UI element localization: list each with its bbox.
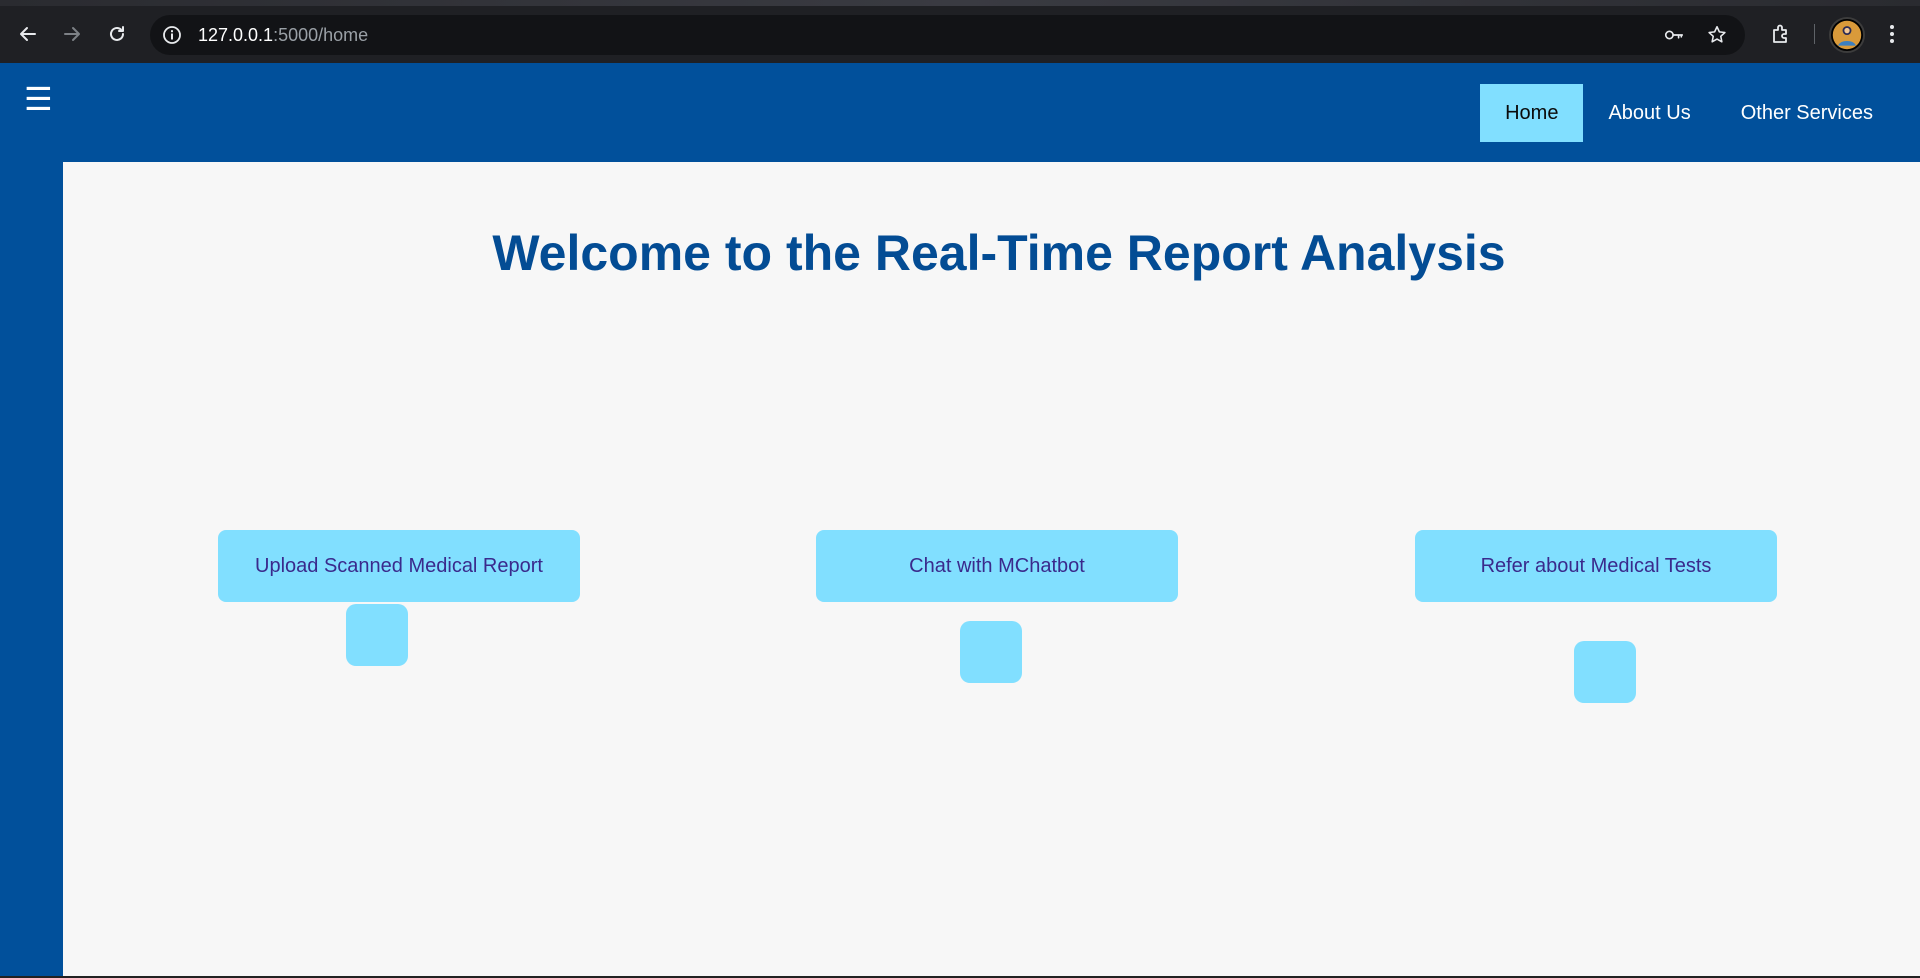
url-path: :5000/home: [273, 24, 369, 45]
chat-mchatbot-button[interactable]: Chat with MChatbot: [816, 530, 1178, 602]
upload-report-tile[interactable]: [346, 604, 408, 666]
site-info-icon[interactable]: [158, 21, 186, 49]
tab-strip-edge: [0, 0, 1920, 6]
web-page: ☰ Home About Us Other Services Welcome t…: [0, 63, 1920, 976]
nav-link-about-us[interactable]: About Us: [1583, 84, 1715, 142]
browser-toolbar: 127.0.0.1:5000/home: [0, 0, 1920, 63]
back-icon[interactable]: [14, 20, 42, 48]
toolbar-divider: [1814, 24, 1815, 44]
url-host: 127.0.0.1: [198, 24, 274, 45]
forward-icon[interactable]: [58, 20, 86, 48]
upload-report-button[interactable]: Upload Scanned Medical Report: [218, 530, 580, 602]
address-bar[interactable]: 127.0.0.1:5000/home: [150, 15, 1745, 55]
main-content: Welcome to the Real-Time Report Analysis…: [63, 162, 1920, 976]
password-key-icon[interactable]: [1660, 21, 1688, 49]
nav-link-home[interactable]: Home: [1480, 84, 1584, 142]
reload-icon[interactable]: [103, 20, 131, 48]
url-text[interactable]: 127.0.0.1:5000/home: [198, 25, 368, 46]
chat-mchatbot-tile[interactable]: [960, 621, 1022, 683]
more-menu-icon[interactable]: [1876, 18, 1908, 50]
profile-avatar[interactable]: [1829, 17, 1865, 53]
top-navigation: Home About Us Other Services: [1480, 84, 1898, 142]
site-header: ☰ Home About Us Other Services: [0, 63, 1920, 162]
refer-medical-tests-button[interactable]: Refer about Medical Tests: [1415, 530, 1777, 602]
hamburger-menu-icon[interactable]: ☰: [24, 83, 53, 115]
bookmark-star-icon[interactable]: [1703, 21, 1731, 49]
page-title: Welcome to the Real-Time Report Analysis: [492, 225, 1506, 281]
extensions-icon[interactable]: [1765, 18, 1797, 50]
nav-link-other-services[interactable]: Other Services: [1716, 84, 1898, 142]
refer-medical-tests-tile[interactable]: [1574, 641, 1636, 703]
